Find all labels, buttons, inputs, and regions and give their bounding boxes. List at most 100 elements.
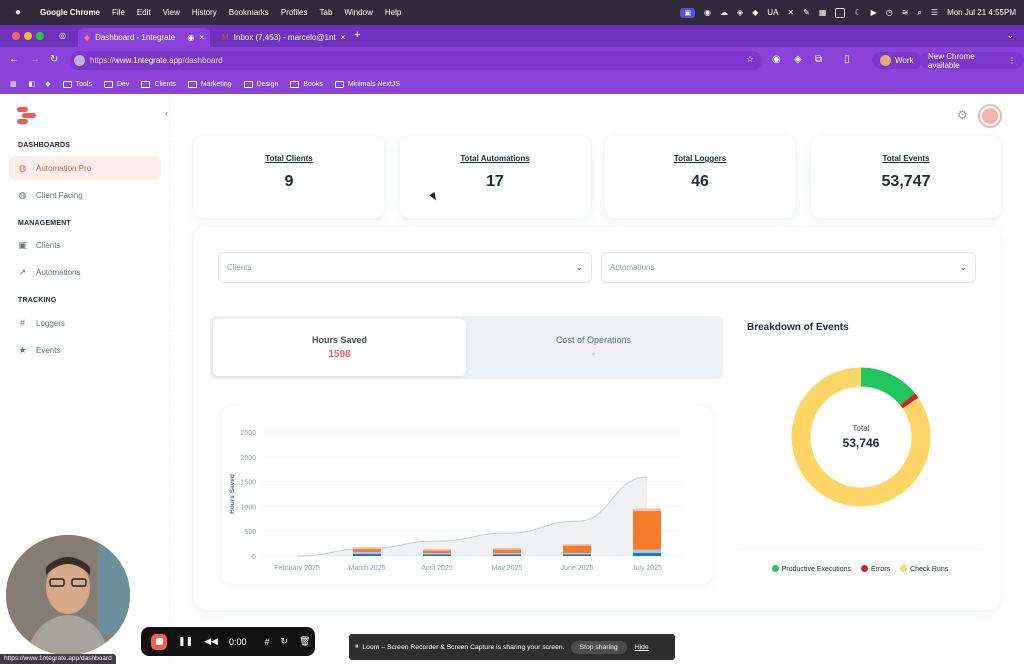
legend-dot [900,564,908,572]
bookmark-label: Dev [116,80,130,88]
automations-select[interactable]: Automations ⌄ [601,252,976,283]
sidebar-item-label: Automation Pro [36,163,92,173]
tab-inbox[interactable]: M Inbox (7,453) - marcelo@1nt × [216,28,348,47]
search-icon[interactable]: ⌕ [917,8,921,18]
grid-icon[interactable]: # [264,637,269,647]
user-icon: ▣ [18,239,27,250]
stat-label[interactable]: Total Loggers [605,154,795,163]
extension-icon[interactable]: ◉ [772,54,781,65]
tab-dashboard[interactable]: ◆ Dashboard - 1ntegrate ◉ × [78,28,210,47]
webcam-bubble[interactable] [6,535,130,655]
stat-label[interactable]: Total Events [811,154,1001,163]
menu-file[interactable]: File [112,8,125,17]
sidepanel-icon[interactable]: ▯ [844,54,850,65]
extension-icon[interactable]: ◈ [794,54,802,65]
bookmark-folder[interactable]: Marketing [187,80,232,88]
control-center-icon[interactable]: ☰ [931,8,938,17]
stat-card-total-loggers: Total Loggers 46 [605,136,795,218]
sidebar-item-loggers[interactable]: # Loggers [9,311,161,335]
restart-icon[interactable]: ↻ [280,636,288,647]
legend-item-productive[interactable]: Productive Executions [771,564,851,573]
bookmark-site-icon[interactable]: ◆ [45,80,50,88]
bookmark-label: Minimals NextJS [347,80,400,88]
profile-button[interactable]: Work [872,52,922,69]
chat-icon[interactable]: ◉ [704,8,711,17]
dropbox-icon[interactable]: ◈ [737,8,743,17]
screen-record-status-icon[interactable]: ▣ [680,7,695,18]
bar-segment [353,552,381,555]
moon-icon[interactable]: ☾ [854,8,861,17]
menu-bookmarks[interactable]: Bookmarks [229,8,269,17]
clients-select[interactable]: Clients ⌄ [218,252,592,283]
rewind-icon[interactable]: ◀◀ [204,636,218,647]
stop-sharing-button[interactable]: Stop sharing [570,640,627,654]
bookmark-star-icon[interactable]: ☆ [746,54,754,65]
hide-banner-button[interactable]: Hide [635,644,649,651]
extensions-puzzle-icon[interactable]: ⧉ [815,54,822,65]
new-tab-icon[interactable]: + [354,29,360,41]
brand-logo[interactable] [15,106,39,126]
eye-icon[interactable]: ◆ [752,8,758,17]
bookmark-folder[interactable]: Dev [103,80,130,88]
maximize-window-button[interactable] [36,32,44,40]
wifi-icon[interactable]: ≋ [902,8,909,17]
menu-app-name[interactable]: Google Chrome [40,8,100,17]
update-chrome-button[interactable]: New Chrome available ⋮ [920,52,1024,70]
legend-label: Check Runs [910,565,949,573]
tab-close-icon[interactable]: × [199,33,204,42]
audio-icon[interactable]: ◉ [187,33,194,42]
bookmark-site-icon[interactable]: ◧ [29,80,36,88]
bookmark-folder[interactable]: Tools [62,80,92,88]
apps-grid-icon[interactable]: ▦ [10,80,17,88]
sidebar-item-client-facing[interactable]: ◍ Client Facing [9,183,161,207]
menu-view[interactable]: View [163,8,180,17]
tab-hours-saved[interactable]: Hours Saved 1598 [213,319,466,376]
bookmark-folder[interactable]: Design [243,80,278,88]
bookmark-folder[interactable]: Minimals NextJS [334,80,400,88]
site-info-icon[interactable] [74,55,85,66]
legend-item-check-runs[interactable]: Check Runs [900,564,949,573]
menu-tab[interactable]: Tab [320,8,333,17]
window-icon[interactable] [835,7,846,18]
settings-gear-icon[interactable]: ⚙ [957,108,968,122]
account-avatar[interactable] [978,104,1002,128]
pause-icon[interactable]: ❚❚ [178,636,193,647]
input-source-label[interactable]: UA [767,8,778,17]
menu-edit[interactable]: Edit [137,8,151,17]
stat-label[interactable]: Total Automations [400,154,590,163]
reload-icon[interactable]: ↻ [50,54,58,65]
menu-profiles[interactable]: Profiles [281,8,308,17]
menu-history[interactable]: History [192,8,217,17]
trash-icon[interactable]: 🗑 [299,636,310,647]
legend-item-errors[interactable]: Errors [861,564,890,573]
url-bar[interactable]: https:// www.1ntegrate.app /dashboard ☆ [70,51,762,70]
tab-close-icon[interactable]: × [341,33,346,42]
bookmark-folder[interactable]: Clients [141,80,176,88]
close-window-button[interactable] [12,32,20,40]
x-icon[interactable]: ✕ [787,8,794,17]
collapse-sidebar-icon[interactable]: ‹ [165,108,168,118]
stop-recording-button[interactable] [151,633,167,650]
sidebar-item-automation-pro[interactable]: ◍ Automation Pro [9,156,161,180]
back-icon[interactable]: ← [9,54,19,65]
apple-menu-icon[interactable]: ● [12,7,24,18]
forward-icon[interactable]: → [30,54,40,65]
folder-icon [141,80,151,88]
clock-icon[interactable]: ◷ [886,8,893,17]
pen-icon[interactable]: ✎ [803,8,810,17]
menu-window[interactable]: Window [344,8,372,17]
cloud-icon[interactable]: ☁ [720,8,728,17]
menu-help[interactable]: Help [385,8,401,17]
sidebar-item-automations[interactable]: ↗ Automations [9,260,161,284]
tab-group-icon[interactable]: ◎ [59,31,66,40]
datetime[interactable]: Mon Jul 21 4:55PM [947,8,1016,17]
stat-label[interactable]: Total Clients [194,154,384,163]
bookmark-folder[interactable]: Books [290,80,323,88]
minimize-window-button[interactable] [24,32,32,40]
play-icon[interactable]: ▶ [871,8,877,17]
sidebar-item-clients[interactable]: ▣ Clients [9,233,161,257]
tab-search-icon[interactable]: ⌄ [1006,30,1014,41]
sidebar-item-events[interactable]: ★ Events [9,338,161,362]
tab-cost-of-operations[interactable]: Cost of Operations - [467,319,720,376]
grid-icon[interactable]: ▦ [819,8,827,17]
